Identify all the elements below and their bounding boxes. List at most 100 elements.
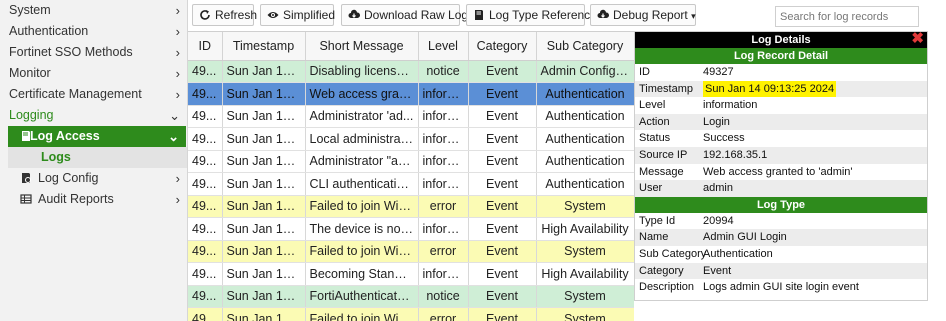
chevron-right-icon: › bbox=[175, 192, 180, 207]
column-header-id[interactable]: ID bbox=[188, 32, 223, 61]
cell-short-message: Web access grant... bbox=[305, 82, 419, 106]
table-row[interactable]: 49... Sun Jan 14 0... The device is now ..… bbox=[188, 217, 634, 241]
chevron-right-icon: › bbox=[175, 66, 180, 81]
sidebar-item-logging[interactable]: Logging ⌄ bbox=[0, 105, 187, 126]
detail-value: Authentication bbox=[703, 247, 773, 260]
column-header-sub-category[interactable]: Sub Category bbox=[536, 32, 634, 61]
cell-sub-category: High Availability bbox=[536, 262, 634, 286]
detail-value: Success bbox=[703, 132, 745, 145]
sidebar-item-monitor[interactable]: Monitor › bbox=[0, 63, 187, 84]
sidebar-item-fortinet-sso[interactable]: Fortinet SSO Methods › bbox=[0, 42, 187, 63]
detail-label: Sub Category bbox=[639, 247, 707, 260]
download-raw-log-button[interactable]: Download Raw Log bbox=[341, 4, 468, 26]
simplified-button[interactable]: Simplified bbox=[260, 4, 335, 26]
detail-value: information bbox=[703, 99, 758, 112]
cell-level: inform... bbox=[418, 105, 469, 128]
table-row[interactable]: 49... Sun Jan 14 0... Failed to join Win..… bbox=[188, 240, 634, 263]
cell-id: 49... bbox=[188, 60, 223, 83]
cell-id: 49... bbox=[188, 105, 223, 128]
log-table: ID Timestamp Short Message Level Categor… bbox=[188, 31, 634, 321]
sidebar-item-audit-reports[interactable]: Audit Reports › bbox=[0, 189, 187, 210]
cell-short-message: FortiAuthenticato... bbox=[305, 285, 419, 308]
table-row[interactable]: 49... Sun Jan 14 0... Failed to join Win..… bbox=[188, 307, 634, 321]
debug-report-dropdown[interactable]: Debug Report ▾ bbox=[590, 4, 696, 26]
cell-timestamp: Sun Jan 14 0... bbox=[222, 285, 306, 308]
cell-timestamp: Sun Jan 14 0... bbox=[222, 60, 306, 83]
refresh-button[interactable]: Refresh bbox=[192, 4, 257, 26]
detail-row: Level information bbox=[635, 97, 927, 114]
cell-short-message: Failed to join Win... bbox=[305, 240, 419, 263]
cell-short-message: Disabling license b... bbox=[305, 60, 419, 83]
cell-timestamp: Sun Jan 14 0... bbox=[222, 262, 306, 286]
book-gear-icon bbox=[22, 173, 31, 183]
detail-row: Description Logs admin GUI site login eve… bbox=[635, 279, 927, 296]
cloud-download-icon bbox=[348, 9, 360, 18]
sidebar-item-authentication[interactable]: Authentication › bbox=[0, 21, 187, 42]
table-row[interactable]: 49... Sun Jan 14 0... Local administrato..… bbox=[188, 127, 634, 151]
detail-label: Source IP bbox=[639, 148, 688, 161]
log-record-detail-header: Log Record Detail bbox=[635, 48, 927, 64]
sidebar-item-label: Logs bbox=[41, 150, 71, 164]
column-header-timestamp[interactable]: Timestamp bbox=[222, 32, 306, 61]
cell-timestamp: Sun Jan 14 0... bbox=[222, 195, 306, 218]
detail-value: Admin GUI Login bbox=[703, 231, 787, 244]
cell-id: 49... bbox=[188, 262, 223, 286]
table-row[interactable]: 49... Sun Jan 14 0... Administrator 'ad...… bbox=[188, 105, 634, 128]
detail-label: Timestamp bbox=[639, 82, 693, 95]
column-header-short-message[interactable]: Short Message bbox=[305, 32, 419, 61]
detail-row: User admin bbox=[635, 180, 927, 197]
cell-level: error bbox=[418, 195, 469, 218]
detail-row: Action Login bbox=[635, 113, 927, 131]
cloud-download-icon bbox=[597, 9, 609, 18]
cell-category: Event bbox=[468, 262, 537, 286]
cell-id: 49... bbox=[188, 172, 223, 196]
table-row[interactable]: 49... Sun Jan 14 0... Administrator "ad...… bbox=[188, 150, 634, 173]
detail-row: Source IP 192.168.35.1 bbox=[635, 146, 927, 164]
cell-short-message: Local administrato... bbox=[305, 127, 419, 151]
cell-category: Event bbox=[468, 285, 537, 308]
sidebar: System › Authentication › Fortinet SSO Met… bbox=[0, 0, 188, 321]
detail-value: 192.168.35.1 bbox=[703, 148, 768, 161]
table-row[interactable]: 49... Sun Jan 14 0... Disabling license b.… bbox=[188, 60, 634, 83]
column-header-level[interactable]: Level bbox=[418, 32, 469, 61]
detail-value: Logs admin GUI site login event bbox=[703, 281, 859, 294]
book-icon bbox=[475, 10, 483, 20]
cell-sub-category: Authentication bbox=[536, 127, 634, 151]
detail-label: Status bbox=[639, 132, 671, 145]
sidebar-item-system[interactable]: System › bbox=[0, 0, 187, 21]
sidebar-item-log-access[interactable]: Log Access ⌄ bbox=[8, 126, 186, 147]
sidebar-item-log-config[interactable]: Log Config › bbox=[0, 168, 187, 189]
search-input[interactable] bbox=[775, 6, 919, 27]
table-row[interactable]: 49... Sun Jan 14 0... CLI authentication..… bbox=[188, 172, 634, 196]
cell-level: inform... bbox=[418, 127, 469, 151]
chevron-right-icon: › bbox=[175, 171, 180, 186]
sidebar-item-certificate-management[interactable]: Certificate Management › bbox=[0, 84, 187, 105]
cell-timestamp: Sun Jan 14 0... bbox=[222, 240, 306, 263]
table-row[interactable]: 49... Sun Jan 14 0... Failed to join Win..… bbox=[188, 195, 634, 218]
table-row[interactable]: 49... Sun Jan 14 0... Becoming Standal... i… bbox=[188, 262, 634, 286]
cell-category: Event bbox=[468, 82, 537, 106]
detail-value: Event bbox=[703, 264, 732, 277]
cell-timestamp: Sun Jan 14 0... bbox=[222, 105, 306, 128]
sidebar-item-label: Audit Reports bbox=[38, 192, 114, 206]
table-row[interactable]: 49... Sun Jan 14 0... FortiAuthenticato...… bbox=[188, 285, 634, 308]
cell-category: Event bbox=[468, 195, 537, 218]
detail-row: Message Web access granted to 'admin' bbox=[635, 164, 927, 181]
column-header-category[interactable]: Category bbox=[468, 32, 537, 61]
detail-label: Description bbox=[639, 281, 695, 294]
sidebar-item-logs[interactable]: Logs bbox=[8, 147, 187, 168]
chevron-right-icon: › bbox=[175, 45, 180, 60]
chevron-right-icon: › bbox=[175, 24, 180, 39]
cell-level: inform... bbox=[418, 172, 469, 196]
cell-level: inform... bbox=[418, 82, 469, 106]
table-row[interactable]: 49... Sun Jan 14 0... Web access grant... i… bbox=[188, 82, 634, 106]
log-type-reference-button[interactable]: Log Type Reference bbox=[466, 4, 597, 26]
cell-timestamp: Sun Jan 14 0... bbox=[222, 217, 306, 241]
cell-level: error bbox=[418, 307, 469, 321]
sidebar-item-label: Certificate Management bbox=[9, 87, 142, 101]
detail-label: ID bbox=[639, 66, 650, 78]
cell-sub-category: Authentication bbox=[536, 150, 634, 173]
cell-sub-category: System bbox=[536, 285, 634, 308]
close-icon[interactable]: ✖ bbox=[911, 31, 924, 47]
cell-id: 49... bbox=[188, 195, 223, 218]
